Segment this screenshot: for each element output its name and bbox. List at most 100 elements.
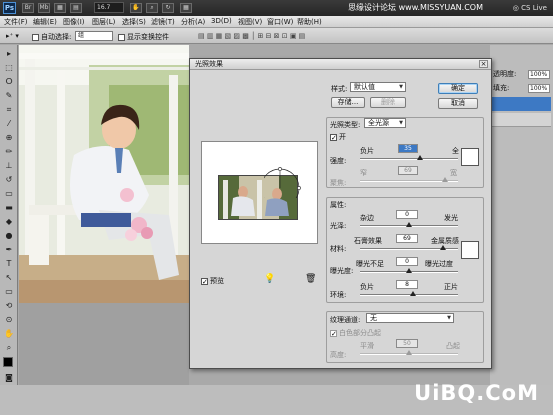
intensity-slider-knob[interactable]	[417, 155, 423, 160]
show-transform-option[interactable]: 显示变换控件	[118, 32, 169, 42]
zoom-level-select[interactable]: 16.7	[94, 2, 124, 13]
delete-button[interactable]: 删除	[370, 97, 406, 108]
cancel-button[interactable]: 取消	[438, 98, 478, 109]
white-high-option[interactable]: 白色部分凸起	[330, 328, 381, 338]
menu-file[interactable]: 文件(F)	[4, 17, 28, 27]
eraser-tool-icon[interactable]: ▭	[3, 188, 15, 199]
menu-select[interactable]: 选择(S)	[122, 17, 146, 27]
arrange-documents-icon[interactable]: ▦	[180, 3, 192, 13]
pen-tool-icon[interactable]: ✒	[3, 244, 15, 255]
white-high-checkbox[interactable]	[330, 329, 337, 337]
texture-channel-dropdown[interactable]: 无	[366, 313, 454, 323]
align-buttons[interactable]: ▤ ▥ ▦ ▧ ▨ ▩ │ ⊞ ⊟ ⊠ ⊡ ▣ ▤	[198, 32, 305, 40]
minibridge-icon[interactable]: Mb	[38, 3, 50, 13]
menu-3d[interactable]: 3D(D)	[211, 17, 232, 25]
light-type-dropdown[interactable]: 全光源	[364, 118, 406, 128]
gloss-input[interactable]: 0	[396, 210, 418, 219]
opacity-input[interactable]: 100%	[528, 70, 550, 79]
document-canvas[interactable]	[19, 45, 189, 303]
auto-select-option[interactable]: 自动选择:	[32, 32, 71, 42]
style-dropdown[interactable]: 默认值	[350, 82, 406, 92]
material-slider[interactable]	[360, 245, 458, 250]
menu-window[interactable]: 窗口(W)	[267, 17, 293, 27]
foreground-color-swatch[interactable]	[3, 357, 13, 367]
save-button[interactable]: 存储...	[331, 97, 365, 108]
eyedropper-tool-icon[interactable]: ⁄	[3, 118, 15, 129]
exposure-slider[interactable]	[360, 268, 458, 273]
blur-tool-icon[interactable]: ◆	[3, 216, 15, 227]
height-slider-knob[interactable]	[406, 350, 412, 355]
menu-view[interactable]: 视图(V)	[238, 17, 262, 27]
quick-mask-icon[interactable]: ◙	[3, 372, 15, 383]
focus-input[interactable]: 69	[398, 166, 418, 175]
cs-live-button[interactable]: ◎ CS Live	[513, 2, 547, 14]
material-input[interactable]: 69	[396, 234, 418, 243]
zoom-tool-icon[interactable]: ⌕	[146, 3, 158, 13]
move-tool-icon[interactable]: ▸⁺ ▾	[6, 32, 19, 40]
light-bulb-icon[interactable]: 💡	[264, 274, 275, 284]
hand-tool-icon[interactable]: ✋	[3, 328, 15, 339]
menu-help[interactable]: 帮助(H)	[297, 17, 322, 27]
zoom-tool-icon[interactable]: ⌕	[3, 342, 15, 353]
ambience-slider[interactable]	[360, 291, 458, 296]
crop-tool-icon[interactable]: ⌗	[3, 104, 15, 115]
history-brush-tool-icon[interactable]: ↺	[3, 174, 15, 185]
auto-select-dropdown[interactable]: 组	[75, 31, 113, 41]
view-extras-icon[interactable]: ▦	[54, 3, 66, 13]
light-color-swatch[interactable]	[461, 148, 479, 166]
menu-analysis[interactable]: 分析(A)	[181, 17, 205, 27]
intensity-input[interactable]: 35	[398, 144, 418, 153]
material-slider-knob[interactable]	[440, 245, 446, 250]
selected-layer-row[interactable]	[492, 97, 551, 111]
menu-filter[interactable]: 滤镜(T)	[151, 17, 175, 27]
show-transform-checkbox[interactable]	[118, 33, 125, 41]
auto-select-checkbox[interactable]	[32, 33, 39, 41]
fill-input[interactable]: 100%	[528, 84, 550, 93]
light-circle-handle[interactable]	[264, 162, 304, 198]
menu-edit[interactable]: 编辑(E)	[33, 17, 57, 27]
hand-tool-icon[interactable]: ✋	[130, 3, 142, 13]
marquee-tool-icon[interactable]: ⬚	[3, 62, 15, 73]
lasso-tool-icon[interactable]: ⵔ	[3, 76, 15, 87]
bottom-watermark: UiBQ.CoM	[414, 381, 539, 405]
gloss-slider[interactable]	[360, 222, 458, 227]
preview-area[interactable]	[201, 141, 318, 244]
exposure-input[interactable]: 0	[396, 257, 418, 266]
brush-tool-icon[interactable]: ✏	[3, 146, 15, 157]
ambient-color-swatch[interactable]	[461, 241, 479, 259]
bridge-icon[interactable]: Br	[22, 3, 34, 13]
height-input[interactable]: 50	[396, 339, 418, 348]
layer-row[interactable]	[492, 113, 551, 127]
quick-select-tool-icon[interactable]: ✎	[3, 90, 15, 101]
ok-button[interactable]: 确定	[438, 83, 478, 94]
menu-image[interactable]: 图像(I)	[63, 17, 85, 27]
preview-checkbox[interactable]	[201, 277, 208, 285]
intensity-slider[interactable]	[360, 155, 458, 160]
shape-tool-icon[interactable]: ▭	[3, 286, 15, 297]
clone-stamp-tool-icon[interactable]: ⊥	[3, 160, 15, 171]
focus-slider[interactable]	[360, 177, 458, 182]
menu-layer[interactable]: 图层(L)	[92, 17, 115, 27]
gloss-slider-knob[interactable]	[406, 222, 412, 227]
exposure-slider-knob[interactable]	[406, 268, 412, 273]
light-on-option[interactable]: 开	[330, 132, 346, 142]
ambience-slider-knob[interactable]	[410, 291, 416, 296]
focus-slider-knob[interactable]	[442, 177, 448, 182]
gradient-tool-icon[interactable]: ▬	[3, 202, 15, 213]
move-tool-icon[interactable]: ▸	[3, 48, 15, 59]
trash-icon[interactable]: 🗑	[305, 274, 316, 284]
dodge-tool-icon[interactable]: ●	[3, 230, 15, 241]
cs-live-icon: ◎	[512, 4, 522, 12]
3d-rotate-tool-icon[interactable]: ⟲	[3, 300, 15, 311]
guides-icon[interactable]: ▤	[70, 3, 82, 13]
3d-camera-tool-icon[interactable]: ⊙	[3, 314, 15, 325]
path-selection-tool-icon[interactable]: ↖	[3, 272, 15, 283]
close-icon[interactable]: ×	[479, 60, 488, 68]
height-slider[interactable]	[360, 350, 458, 355]
healing-brush-tool-icon[interactable]: ⊕	[3, 132, 15, 143]
rotate-view-icon[interactable]: ↻	[162, 3, 174, 13]
preview-option[interactable]: 预览	[201, 276, 224, 286]
type-tool-icon[interactable]: T	[3, 258, 15, 269]
light-on-checkbox[interactable]	[330, 133, 337, 141]
ambience-input[interactable]: 8	[396, 280, 418, 289]
